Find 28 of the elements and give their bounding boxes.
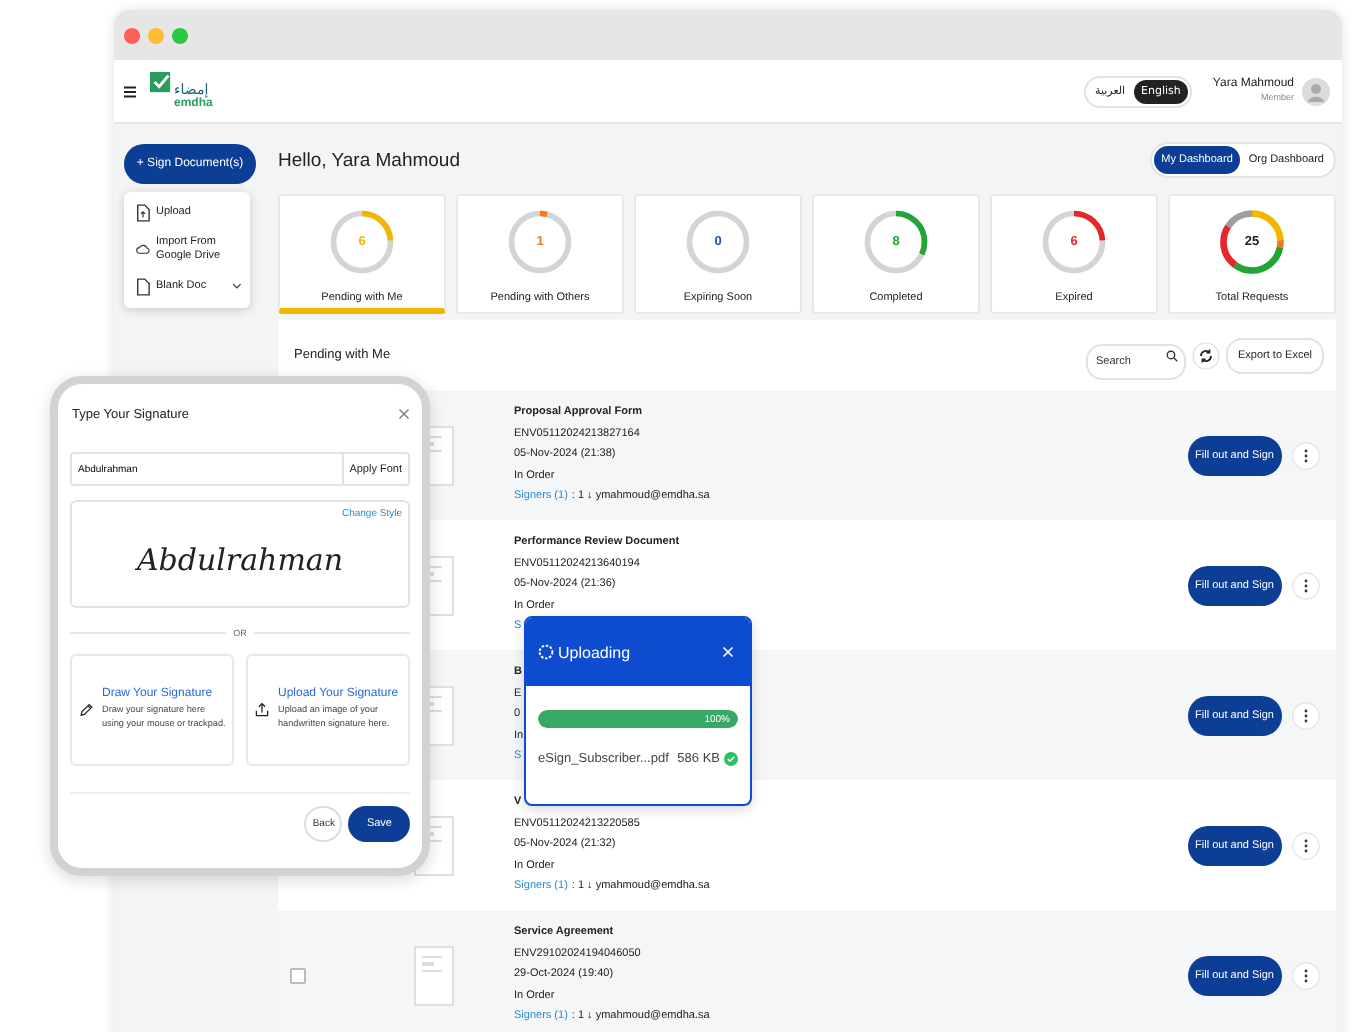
pencil-icon [78,702,94,718]
refresh-icon[interactable] [1192,341,1220,369]
avatar-icon[interactable] [1302,77,1330,105]
more-options-icon[interactable] [1292,961,1320,989]
minimize-window-icon[interactable] [148,27,164,43]
document-icon [136,277,150,296]
search-icon[interactable] [1166,349,1178,361]
check-logo-icon [150,72,172,94]
upload-title: Uploading [558,643,631,661]
close-icon[interactable] [398,408,410,420]
close-window-icon[interactable] [124,27,140,43]
donut-ring [1214,204,1290,280]
cloud-icon [136,240,150,259]
menu-icon[interactable] [124,85,136,97]
greeting-heading: Hello, Yara Mahmoud [278,149,461,171]
maximize-window-icon[interactable] [172,27,188,43]
check-circle-icon [724,752,738,766]
more-options-icon[interactable] [1292,831,1320,859]
more-options-icon[interactable] [1292,441,1320,469]
upload-icon [254,702,270,718]
document-thumbnail [414,945,454,1005]
more-options-icon[interactable] [1292,701,1320,729]
spinner-icon [538,644,554,660]
signature-text: Abdulrahman [136,542,344,578]
more-options-icon[interactable] [1292,571,1320,599]
row-checkbox[interactable] [290,967,306,983]
chevron-down-icon[interactable] [232,282,242,291]
file-icon [136,204,150,222]
